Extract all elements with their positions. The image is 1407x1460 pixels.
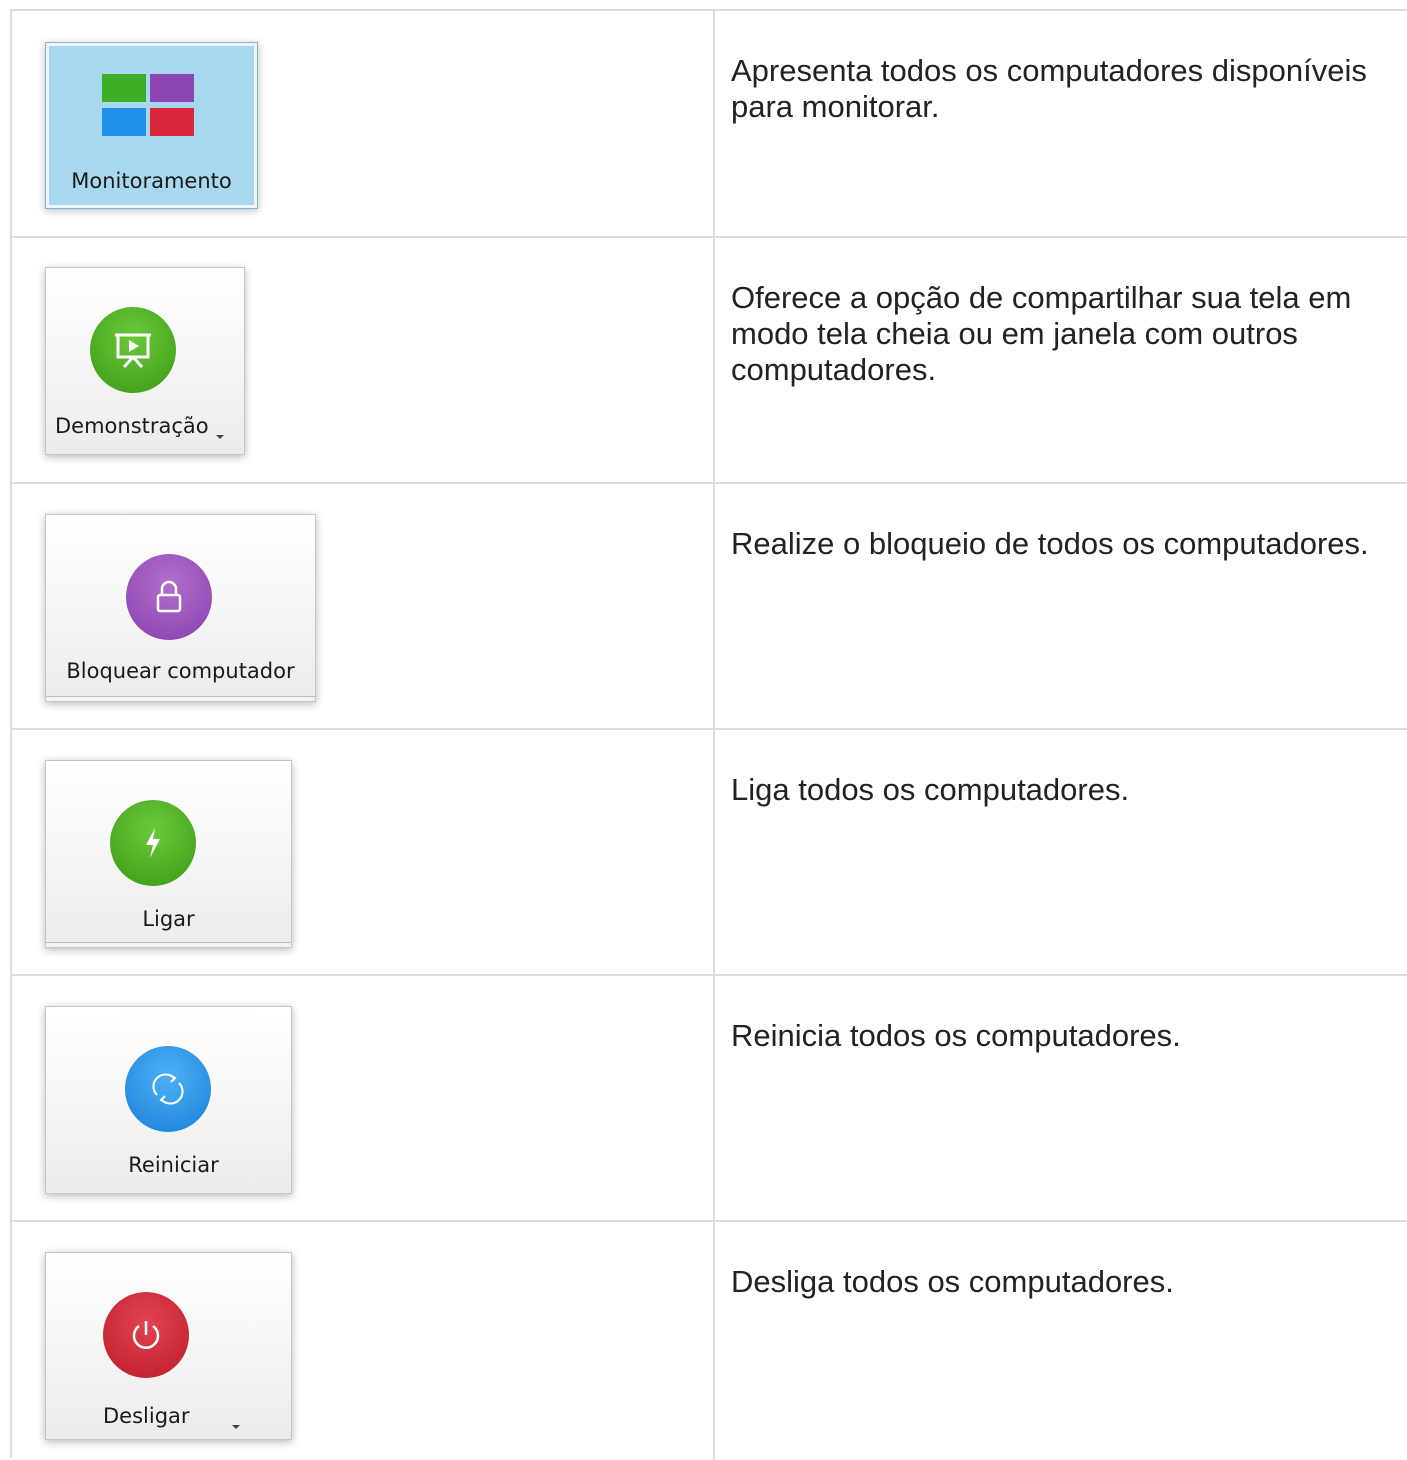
power-icon: [103, 1292, 189, 1378]
bloquear-computador-button[interactable]: Bloquear computador: [45, 514, 316, 702]
button-label: Demonstração: [55, 414, 209, 438]
row-description: Reinicia todos os computadores.: [731, 1018, 1181, 1053]
column-divider: [713, 238, 715, 482]
table-row: Desligar Desliga todos os computadores.: [12, 1222, 1407, 1460]
monitoramento-button[interactable]: Monitoramento: [45, 42, 258, 209]
button-label: Desligar: [103, 1404, 190, 1428]
row-description: Realize o bloqueio de todos os computado…: [731, 526, 1369, 561]
table-row: Reiniciar Reinicia todos os computadores…: [12, 976, 1407, 1222]
lightning-icon: [110, 800, 196, 886]
button-label: Bloquear computador: [66, 659, 295, 683]
reiniciar-button[interactable]: Reiniciar: [45, 1006, 292, 1194]
presentation-icon: [90, 307, 176, 393]
ligar-button[interactable]: Ligar: [45, 760, 292, 948]
button-bottom-edge: [46, 942, 291, 947]
table-row: Ligar Liga todos os computadores.: [12, 730, 1407, 976]
table-row: Monitoramento Apresenta todos os computa…: [12, 11, 1407, 238]
row-description: Liga todos os computadores.: [731, 772, 1130, 807]
row-description: Apresenta todos os computadores disponív…: [731, 53, 1367, 124]
column-divider: [713, 484, 715, 728]
refresh-icon: [125, 1046, 211, 1132]
button-label: Monitoramento: [71, 169, 232, 193]
column-divider: [713, 976, 715, 1220]
row-description: Oferece a opção de compartilhar sua tela…: [731, 280, 1352, 387]
desligar-button[interactable]: Desligar: [45, 1252, 292, 1440]
monitor-grid-icon: [102, 74, 194, 136]
column-divider: [713, 1222, 715, 1460]
chevron-down-icon[interactable]: [232, 1425, 240, 1429]
table-row: Demonstração Oferece a opção de comparti…: [12, 238, 1407, 484]
chevron-down-icon[interactable]: [216, 435, 224, 439]
table-row: Bloquear computador Realize o bloqueio d…: [12, 484, 1407, 730]
feature-table: Monitoramento Apresenta todos os computa…: [10, 9, 1407, 1460]
button-label: Reiniciar: [128, 1153, 219, 1177]
column-divider: [713, 730, 715, 974]
button-label: Ligar: [142, 907, 195, 931]
button-bottom-edge: [46, 696, 315, 701]
lock-icon: [126, 554, 212, 640]
row-description: Desliga todos os computadores.: [731, 1264, 1174, 1299]
column-divider: [713, 11, 715, 236]
demonstracao-button[interactable]: Demonstração: [45, 267, 245, 455]
